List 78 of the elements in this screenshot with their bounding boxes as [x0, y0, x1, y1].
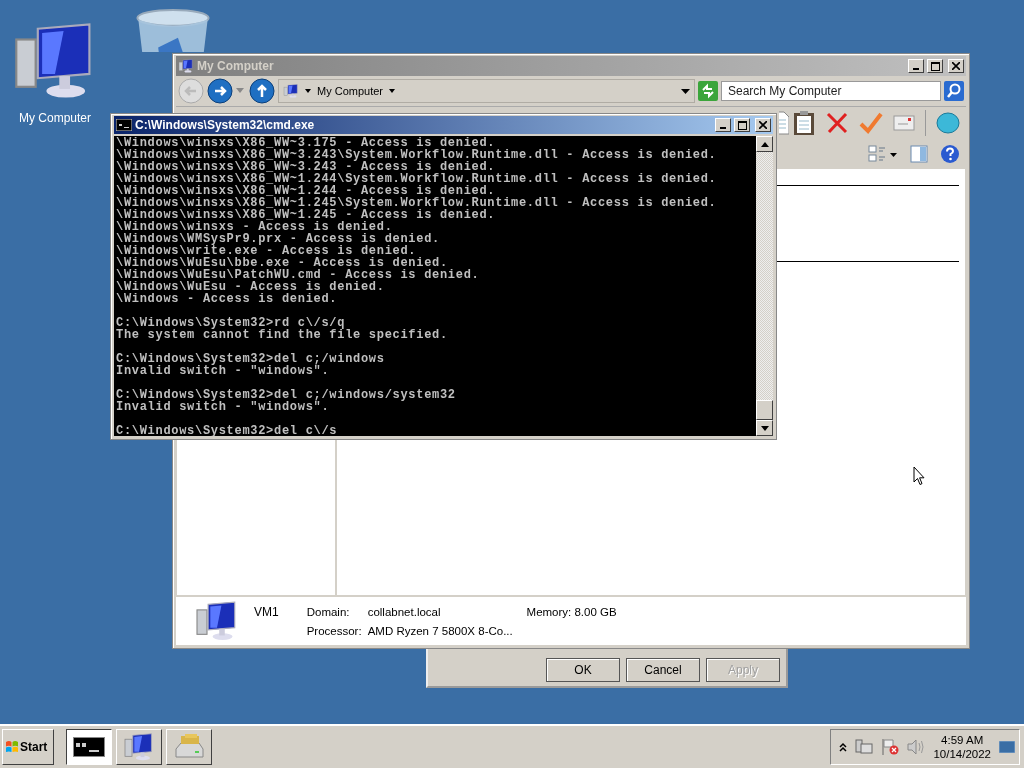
console-line: C:\Windows\System32>del c;/windows/system32 [116, 389, 457, 401]
console-line: \Windows\winsxs - Access is denied. [116, 221, 393, 233]
clock-date[interactable]: 10/14/2022 [933, 748, 991, 760]
close-icon [759, 121, 767, 129]
dialog-button[interactable]: Cancel [626, 658, 700, 682]
console-line: \Windows - Access is denied. [116, 293, 339, 305]
help-icon[interactable] [940, 143, 960, 164]
start-button[interactable]: Start [2, 729, 54, 765]
minimize-button[interactable] [715, 118, 731, 132]
delete-icon[interactable] [825, 110, 849, 135]
console-line: \Windows\WuEsu\bbe.exe - Access is denied. [116, 257, 448, 269]
up-button[interactable] [249, 78, 275, 104]
domain-value: collabnet.local [367, 606, 441, 618]
console-line: \Windows\winsxs\X86_WW~3.243\System.Workflow.Runtime.dll - Access is denied. [116, 149, 718, 161]
scroll-up-icon[interactable] [760, 141, 769, 147]
console-line: \Windows\winsxs\X86_WW~1.245\System.Workflow.Runtime.dll - Access is denied. [116, 197, 718, 209]
console-line: The system cannot find the file specified. [116, 329, 449, 341]
checkmark-icon[interactable] [859, 110, 883, 135]
search-field[interactable]: Search My Computer [721, 81, 941, 101]
network-icon[interactable] [855, 739, 874, 755]
views-icon[interactable] [868, 143, 898, 164]
computer-icon [123, 733, 155, 761]
console-line: \Windows\winsxs\X86_WW~1.244 - Access is denied. [116, 185, 496, 197]
clipboard-icon[interactable] [793, 109, 815, 136]
domain-label: Domain: [306, 606, 351, 618]
dropdown-arrow-icon[interactable] [681, 88, 690, 94]
scrollbar[interactable] [756, 136, 773, 436]
console-line: \Windows\winsxs\X86_WW~3.175 - Access is denied. [116, 137, 496, 149]
console-line: \Windows\WuEsu - Access is denied. [116, 281, 386, 293]
clock-time[interactable]: 4:59 AM [941, 734, 984, 746]
chevron-icon[interactable] [389, 89, 396, 93]
console-line: Invalid switch - "windows". [116, 365, 330, 377]
maximize-icon [737, 120, 747, 130]
maximize-button[interactable] [927, 59, 943, 73]
minimize-button[interactable] [908, 59, 924, 73]
globe-icon[interactable] [936, 111, 960, 134]
console-line: \Windows\WuEsu\PatchWU.cmd - Access is denied. [116, 269, 481, 281]
console-line: \Windows\write.exe - Access is denied. [116, 245, 417, 257]
memory-text: Memory: 8.00 GB [526, 606, 617, 618]
drive-icon [173, 733, 205, 761]
maximize-icon [930, 61, 940, 71]
address-text: My Computer [317, 85, 384, 97]
close-icon [952, 62, 960, 70]
computer-icon [178, 59, 194, 73]
window-title: C:\Windows\System32\cmd.exe [135, 118, 316, 132]
start-logo-icon [5, 740, 19, 754]
console-line: \Windows\WMSysPr9.prx - Access is denied. [116, 233, 441, 245]
window-title: My Computer [197, 59, 275, 73]
console-line: C:\Windows\System32>del c\/s [116, 425, 339, 436]
show-hidden-icons-button[interactable] [839, 742, 848, 752]
maximize-button[interactable] [734, 118, 750, 132]
dialog-button[interactable]: OK [546, 658, 620, 682]
desktop-icon-label[interactable]: My Computer [19, 111, 91, 125]
console-line: Invalid switch - "windows". [116, 401, 330, 413]
close-button[interactable] [948, 59, 964, 73]
console-line: \Windows\winsxs\X86_WW~3.243 - Access is denied. [116, 161, 496, 173]
console-line: C:\Windows\System32>rd c\/s/q [116, 317, 346, 329]
computer-name: VM1 [254, 605, 279, 619]
console-icon [73, 737, 105, 757]
address-bar[interactable]: My Computer [278, 79, 695, 103]
console-icon [116, 119, 132, 131]
console-line: C:\Windows\System32>del c;/windows [116, 353, 386, 365]
refresh-button[interactable] [698, 81, 718, 101]
taskbar-button[interactable] [66, 729, 112, 765]
search-button[interactable] [944, 81, 964, 101]
forward-button[interactable] [207, 78, 233, 104]
flag-icon[interactable] [881, 738, 900, 756]
chevron-icon[interactable] [305, 89, 311, 93]
pointer-icon [913, 466, 925, 486]
console-line: \Windows\winsxs\X86_WW~1.245 - Access is denied. [116, 209, 496, 221]
scroll-down-icon[interactable] [760, 425, 769, 431]
envelope-icon[interactable] [893, 114, 915, 131]
console-line: \Windows\winsxs\X86_WW~1.244\System.Workflow.Runtime.dll - Access is denied. [116, 173, 718, 185]
scrollbar-thumb[interactable] [756, 400, 773, 420]
processor-value: AMD Ryzen 7 5800X 8-Co... [367, 625, 514, 637]
close-button[interactable] [755, 118, 771, 132]
computer-icon [283, 84, 299, 98]
processor-label: Processor: [306, 625, 362, 637]
